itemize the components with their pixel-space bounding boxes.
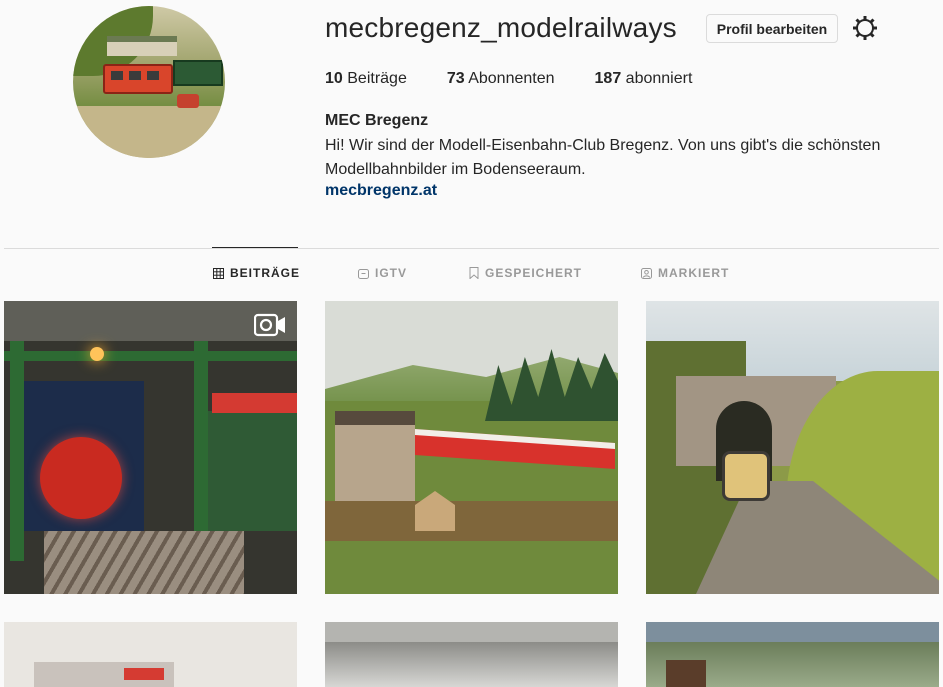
profile-bio: Hi! Wir sind der Modell-Eisenbahn-Club B… xyxy=(325,137,881,178)
tab-igtv[interactable]: IGTV xyxy=(358,266,407,280)
tab-saved[interactable]: GESPEICHERT xyxy=(469,266,582,280)
edit-profile-button[interactable]: Profil bearbeiten xyxy=(706,14,838,43)
tabs-divider xyxy=(4,248,939,249)
posts-count: 10 Beiträge xyxy=(325,70,407,87)
post-thumbnail[interactable] xyxy=(646,622,939,687)
post-thumbnail[interactable] xyxy=(4,622,297,687)
followers-count[interactable]: 73 Abonnenten xyxy=(447,70,555,88)
post-thumbnail[interactable] xyxy=(325,622,618,687)
bookmark-icon xyxy=(469,267,479,279)
tab-tagged[interactable]: MARKIERT xyxy=(641,266,729,280)
profile-full-name: MEC Bregenz xyxy=(325,112,429,129)
settings-icon[interactable] xyxy=(851,14,879,42)
profile-avatar[interactable] xyxy=(73,6,225,158)
post-thumbnail[interactable] xyxy=(325,301,618,594)
post-thumbnail[interactable] xyxy=(646,301,939,594)
profile-website-link[interactable]: mecbregenz.at xyxy=(325,182,437,200)
tab-posts[interactable]: BEITRÄGE xyxy=(213,266,300,280)
profile-username: mecbregenz_modelrailways xyxy=(325,12,677,43)
igtv-icon xyxy=(358,268,369,279)
video-icon xyxy=(254,313,285,337)
post-thumbnail[interactable] xyxy=(4,301,297,594)
grid-icon xyxy=(213,267,224,279)
tagged-icon xyxy=(641,267,652,279)
following-count[interactable]: 187 abonniert xyxy=(595,70,693,88)
profile-stats: 10 Beiträge 73 Abonnenten 187 abonniert xyxy=(325,70,732,88)
active-tab-indicator xyxy=(212,247,298,248)
profile-tabs: BEITRÄGE IGTV GESPEICHERT MARKIERT xyxy=(0,266,943,284)
